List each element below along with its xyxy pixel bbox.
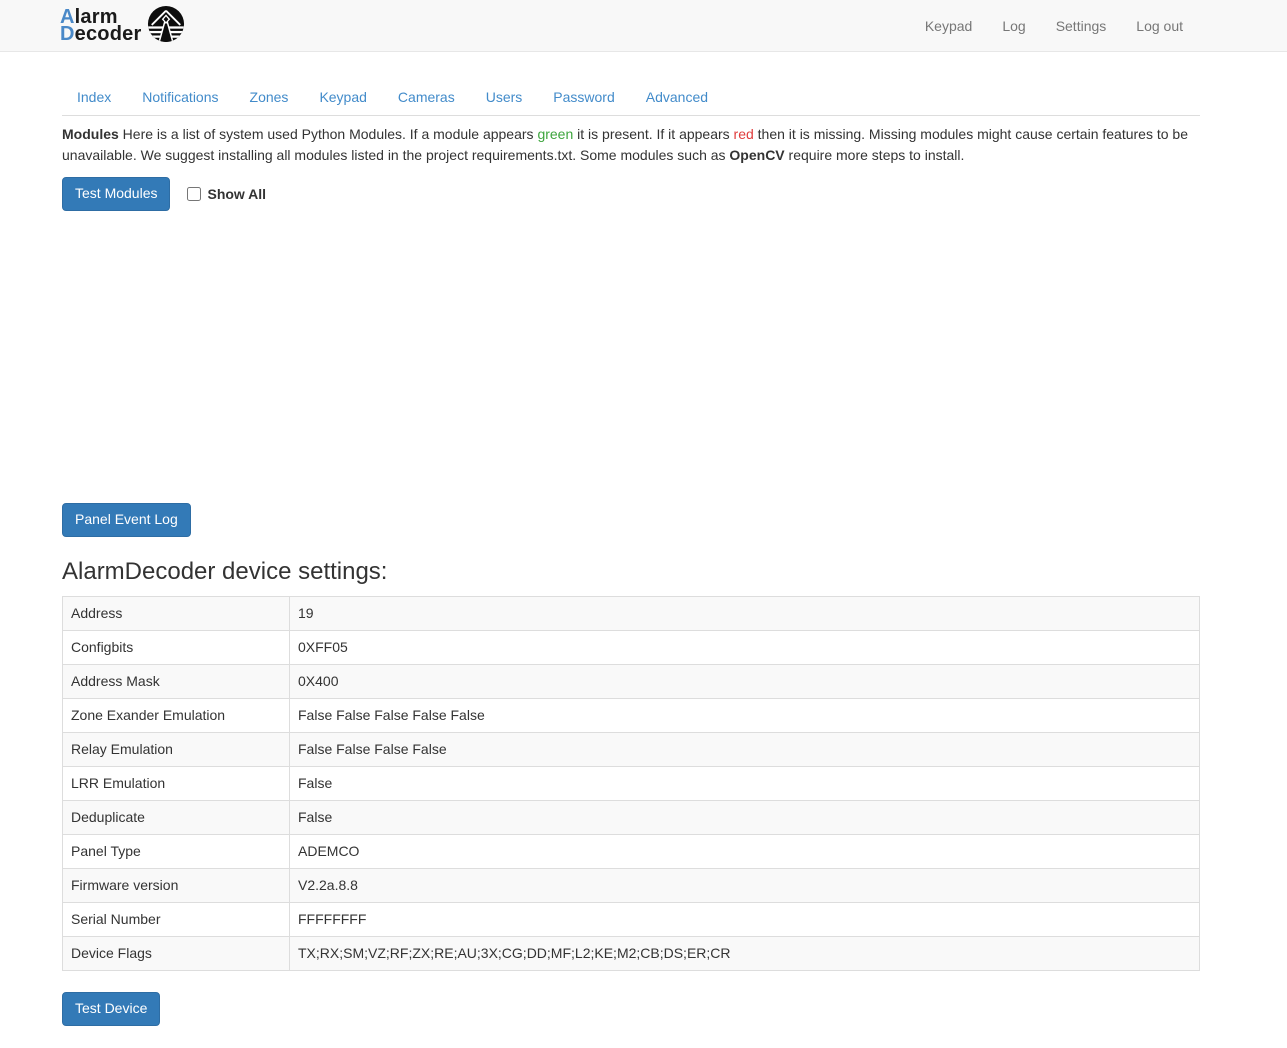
show-all-checkbox[interactable] bbox=[187, 187, 201, 201]
navbar-item-keypad[interactable]: Keypad bbox=[910, 3, 987, 49]
row-value: V2.2a.8.8 bbox=[290, 868, 1200, 902]
row-label: LRR Emulation bbox=[63, 766, 290, 800]
table-row: Device Flags TX;RX;SM;VZ;RF;ZX;RE;AU;3X;… bbox=[63, 936, 1200, 970]
tab-notifications[interactable]: Notifications bbox=[127, 79, 233, 115]
tab-users[interactable]: Users bbox=[471, 79, 538, 115]
table-row: Panel Type ADEMCO bbox=[63, 834, 1200, 868]
tab-keypad[interactable]: Keypad bbox=[304, 79, 381, 115]
row-label: Panel Type bbox=[63, 834, 290, 868]
green-word: green bbox=[537, 126, 573, 142]
tab-index[interactable]: Index bbox=[62, 79, 126, 115]
row-value: FFFFFFFF bbox=[290, 902, 1200, 936]
table-row: Address 19 bbox=[63, 596, 1200, 630]
brand-wordmark: Alarm Decoder bbox=[60, 9, 141, 43]
table-row: Zone Exander Emulation False False False… bbox=[63, 698, 1200, 732]
panel-event-log-row: Panel Event Log bbox=[62, 503, 1200, 537]
tab-advanced[interactable]: Advanced bbox=[631, 79, 723, 115]
tab-zones[interactable]: Zones bbox=[235, 79, 304, 115]
table-row: Address Mask 0X400 bbox=[63, 664, 1200, 698]
alarmdecoder-lighthouse-icon bbox=[147, 5, 185, 46]
table-row: Deduplicate False bbox=[63, 800, 1200, 834]
row-value: False bbox=[290, 800, 1200, 834]
row-value: TX;RX;SM;VZ;RF;ZX;RE;AU;3X;CG;DD;MF;L2;K… bbox=[290, 936, 1200, 970]
modules-controls: Test Modules Show All bbox=[62, 177, 1200, 211]
section-tabs: Index Notifications Zones Keypad Cameras… bbox=[62, 79, 1200, 116]
row-value: False False False False bbox=[290, 732, 1200, 766]
row-value: ADEMCO bbox=[290, 834, 1200, 868]
row-value: 0XFF05 bbox=[290, 630, 1200, 664]
row-label: Relay Emulation bbox=[63, 732, 290, 766]
row-label: Deduplicate bbox=[63, 800, 290, 834]
row-label: Zone Exander Emulation bbox=[63, 698, 290, 732]
panel-event-log-button[interactable]: Panel Event Log bbox=[62, 503, 191, 537]
row-label: Firmware version bbox=[63, 868, 290, 902]
red-word: red bbox=[734, 126, 754, 142]
brand-line2: Decoder bbox=[60, 23, 141, 45]
table-row: LRR Emulation False bbox=[63, 766, 1200, 800]
main-content: Index Notifications Zones Keypad Cameras… bbox=[62, 79, 1200, 1048]
navbar-item-log[interactable]: Log bbox=[987, 3, 1040, 49]
navbar-item-settings[interactable]: Settings bbox=[1041, 3, 1122, 49]
test-modules-button[interactable]: Test Modules bbox=[62, 177, 170, 211]
test-device-row: Test Device bbox=[62, 992, 1200, 1048]
table-row: Relay Emulation False False False False bbox=[63, 732, 1200, 766]
row-value: 19 bbox=[290, 596, 1200, 630]
navbar-links: Keypad Log Settings Log out bbox=[910, 3, 1198, 49]
module-results-area bbox=[62, 211, 1200, 503]
tab-password[interactable]: Password bbox=[538, 79, 629, 115]
opencv-word: OpenCV bbox=[729, 147, 784, 163]
tab-cameras[interactable]: Cameras bbox=[383, 79, 470, 115]
row-value: 0X400 bbox=[290, 664, 1200, 698]
row-value: False bbox=[290, 766, 1200, 800]
modules-label: Modules bbox=[62, 126, 119, 142]
table-row: Configbits 0XFF05 bbox=[63, 630, 1200, 664]
show-all-label[interactable]: Show All bbox=[207, 186, 266, 202]
row-label: Device Flags bbox=[63, 936, 290, 970]
show-all-control: Show All bbox=[187, 186, 266, 202]
navbar-item-logout[interactable]: Log out bbox=[1121, 3, 1198, 49]
test-device-button[interactable]: Test Device bbox=[62, 992, 160, 1026]
row-value: False False False False False bbox=[290, 698, 1200, 732]
table-row: Firmware version V2.2a.8.8 bbox=[63, 868, 1200, 902]
row-label: Configbits bbox=[63, 630, 290, 664]
table-row: Serial Number FFFFFFFF bbox=[63, 902, 1200, 936]
row-label: Address Mask bbox=[63, 664, 290, 698]
device-settings-heading: AlarmDecoder device settings: bbox=[62, 558, 1200, 586]
row-label: Address bbox=[63, 596, 290, 630]
modules-description: Modules Here is a list of system used Py… bbox=[62, 124, 1200, 166]
top-navbar: Alarm Decoder Keypad Log Settings bbox=[0, 0, 1287, 52]
brand-logo-link[interactable]: Alarm Decoder bbox=[60, 5, 185, 46]
device-settings-table: Address 19 Configbits 0XFF05 Address Mas… bbox=[62, 596, 1200, 971]
row-label: Serial Number bbox=[63, 902, 290, 936]
